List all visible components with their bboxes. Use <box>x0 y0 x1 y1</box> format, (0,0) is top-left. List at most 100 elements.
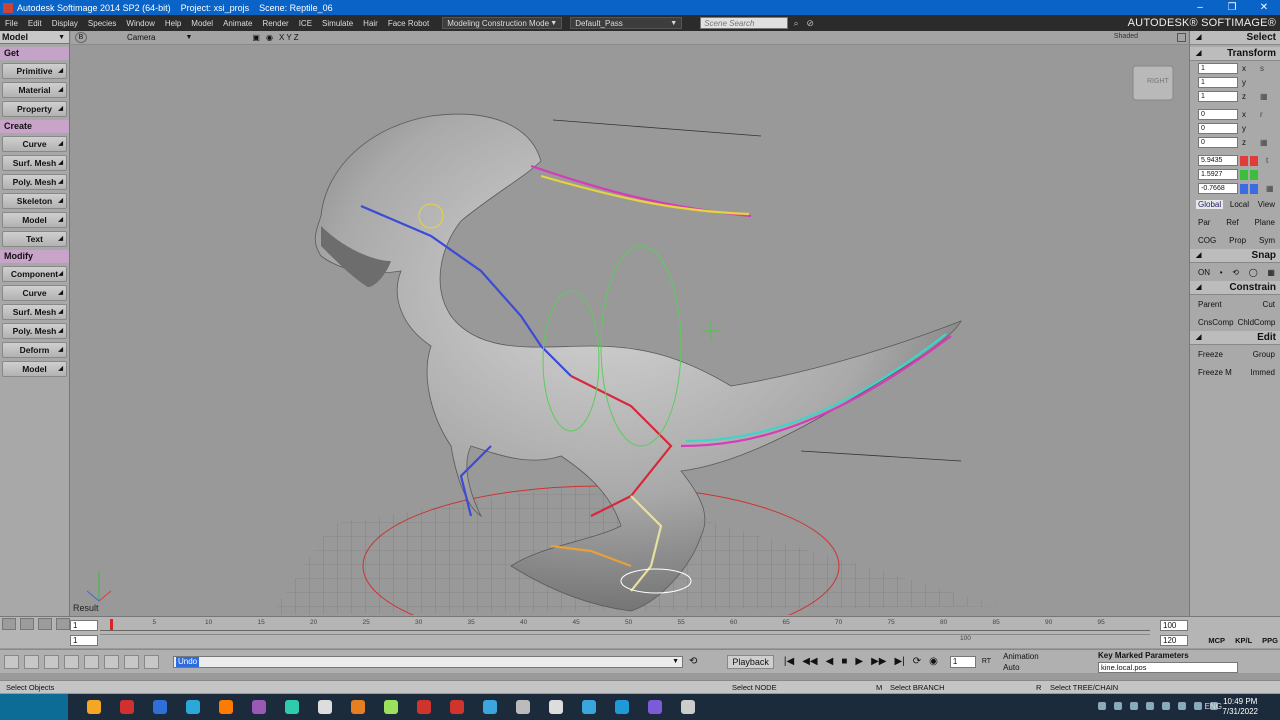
layout-preset-8-icon[interactable] <box>144 654 159 669</box>
clear-search-icon[interactable]: ⊘ <box>804 17 816 29</box>
cog-button[interactable]: COG <box>1196 236 1218 245</box>
menu-window[interactable]: Window <box>121 19 159 28</box>
rotate-x-field[interactable]: 0 <box>1198 109 1238 120</box>
snap-curve-icon[interactable]: ⟲ <box>1230 268 1241 277</box>
realtime-toggle[interactable]: RT <box>982 658 991 665</box>
modify-component-button[interactable]: Component ◢ <box>2 266 67 282</box>
viewport-letter-badge[interactable]: B <box>75 32 87 43</box>
get-material-button[interactable]: Material ◢ <box>2 82 67 98</box>
menu-hair[interactable]: Hair <box>358 19 383 28</box>
create-skeleton-button[interactable]: Skeleton ◢ <box>2 193 67 209</box>
modify-model-button[interactable]: Model ◢ <box>2 361 67 377</box>
previous-key-icon[interactable]: ◀◀ <box>802 656 817 667</box>
tray-icon[interactable] <box>1098 702 1106 710</box>
taskbar-app-icon[interactable] <box>417 700 431 714</box>
freeze-m-button[interactable]: Freeze M <box>1196 368 1234 377</box>
start-button[interactable] <box>0 694 68 720</box>
close-button[interactable]: ✕ <box>1248 0 1280 15</box>
taskbar-app-icon[interactable] <box>87 700 101 714</box>
tab-ppg[interactable]: PPG <box>1262 636 1278 645</box>
menu-species[interactable]: Species <box>83 19 121 28</box>
stop-icon[interactable]: ■ <box>841 656 847 667</box>
display-mode-menu[interactable]: Shaded <box>1114 33 1138 40</box>
taskbar-app-icon[interactable] <box>219 700 233 714</box>
menu-render[interactable]: Render <box>257 19 293 28</box>
freeze-button[interactable]: Freeze <box>1196 350 1225 359</box>
axes-toggle[interactable]: X Y Z <box>279 33 299 42</box>
menu-ice[interactable]: ICE <box>294 19 317 28</box>
layout-preset-3-icon[interactable] <box>44 654 59 669</box>
menu-file[interactable]: File <box>0 19 23 28</box>
taskbar-app-icon[interactable] <box>153 700 167 714</box>
view-cube-label[interactable]: RIGHT <box>1147 78 1169 85</box>
minimize-button[interactable]: – <box>1184 0 1216 15</box>
restore-button[interactable]: ❐ <box>1216 0 1248 15</box>
play-backward-icon[interactable]: ◀ <box>826 656 834 667</box>
group-button[interactable]: Group <box>1251 350 1277 359</box>
modify-poly-mesh-button[interactable]: Poly. Mesh ◢ <box>2 323 67 339</box>
tab-kpl[interactable]: KP/L <box>1235 636 1252 645</box>
end-frame-field[interactable]: 100 <box>1160 619 1188 631</box>
taskbar-app-icon[interactable] <box>285 700 299 714</box>
prop-button[interactable]: Prop <box>1227 236 1248 245</box>
tray-icon[interactable] <box>1146 702 1154 710</box>
taskbar-app-icon[interactable] <box>516 700 530 714</box>
scale-mode-button[interactable]: s <box>1260 64 1274 73</box>
time-ruler[interactable]: 5 10 15 20 25 30 35 40 45 50 55 60 65 70 75 80 85 90 95 <box>100 619 1150 631</box>
maximize-viewport-icon[interactable] <box>1177 33 1186 42</box>
modify-deform-button[interactable]: Deform ◢ <box>2 342 67 358</box>
snap-grid-icon[interactable]: ▦ <box>1265 268 1277 277</box>
create-poly-mesh-button[interactable]: Poly. Mesh ◢ <box>2 174 67 190</box>
global-button[interactable]: Global <box>1196 199 1224 209</box>
scale-options-icon[interactable]: ▦ <box>1260 92 1274 101</box>
transform-panel-header[interactable]: ◢ Transform <box>1190 47 1280 61</box>
auto-key-toggle[interactable]: Auto <box>1003 662 1039 673</box>
play-forward-icon[interactable]: ▶ <box>855 656 863 667</box>
parent-button[interactable]: Parent <box>1196 300 1224 309</box>
playhead-marker[interactable] <box>110 619 113 630</box>
layout-preset-1-icon[interactable] <box>4 654 19 669</box>
toolbar-mode-select[interactable]: Model ▼ <box>0 31 69 44</box>
global-start-field[interactable]: 1 <box>70 634 98 646</box>
menu-animate[interactable]: Animate <box>218 19 257 28</box>
create-model-button[interactable]: Model ◢ <box>2 212 67 228</box>
sym-button[interactable]: Sym <box>1257 236 1277 245</box>
layout-preset-7-icon[interactable] <box>124 654 139 669</box>
taskbar-app-icon[interactable] <box>483 700 497 714</box>
current-frame-field[interactable]: 1 <box>949 655 976 668</box>
create-text-button[interactable]: Text ◢ <box>2 231 67 247</box>
construction-mode-select[interactable]: Modeling Construction Mode ▼ <box>442 17 563 29</box>
layout-preset-2-icon[interactable] <box>24 654 39 669</box>
edit-panel-header[interactable]: ◢ Edit <box>1190 331 1280 345</box>
scale-y-field[interactable]: 1 <box>1198 77 1238 88</box>
layout-preset-6-icon[interactable] <box>104 654 119 669</box>
start-frame-field[interactable]: 1 <box>70 619 98 631</box>
playback-menu[interactable]: Playback <box>727 654 774 669</box>
view-button[interactable]: View <box>1256 200 1277 209</box>
key-marked-title[interactable]: Key Marked Parameters <box>1098 651 1278 660</box>
tray-icon[interactable] <box>1178 702 1186 710</box>
scale-z-field[interactable]: 1 <box>1198 91 1238 102</box>
translate-y-field[interactable]: 1.5927 <box>1198 169 1238 180</box>
taskbar-app-icon[interactable] <box>450 700 464 714</box>
rotate-z-field[interactable]: 0 <box>1198 137 1238 148</box>
rotate-mode-button[interactable]: r <box>1260 110 1274 119</box>
create-surf-mesh-button[interactable]: Surf. Mesh ◢ <box>2 155 67 171</box>
rotate-y-field[interactable]: 0 <box>1198 123 1238 134</box>
translate-x-field[interactable]: 5.9435 <box>1198 155 1238 166</box>
cut-button[interactable]: Cut <box>1261 300 1277 309</box>
animation-menu[interactable]: Animation <box>1003 651 1039 662</box>
tray-icon[interactable] <box>1194 702 1202 710</box>
menu-help[interactable]: Help <box>160 19 186 28</box>
taskbar-app-icon[interactable] <box>252 700 266 714</box>
menu-face-robot[interactable]: Face Robot <box>383 19 434 28</box>
marked-parameters-field[interactable]: kine.local.pos <box>1098 662 1238 673</box>
range-slider[interactable]: 100 <box>100 634 1150 646</box>
plane-button[interactable]: Plane <box>1253 218 1277 227</box>
chldcomp-button[interactable]: ChldComp <box>1236 318 1278 327</box>
eye-icon[interactable]: ◉ <box>266 33 273 42</box>
taskbar-app-icon[interactable] <box>384 700 398 714</box>
taskbar-app-icon[interactable] <box>648 700 662 714</box>
menu-display[interactable]: Display <box>47 19 83 28</box>
taskbar-app-icon[interactable] <box>120 700 134 714</box>
